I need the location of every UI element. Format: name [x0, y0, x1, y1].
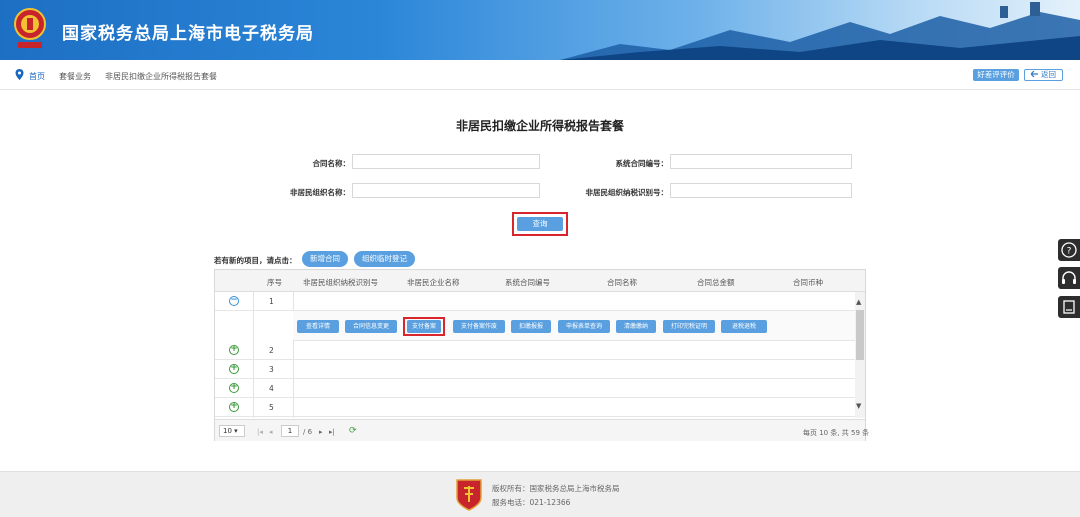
row-seq: 5	[269, 403, 274, 412]
col-contract-amount: 合同总金额	[697, 278, 735, 287]
payment-filing-void-button[interactable]: 支付备案作废	[453, 320, 505, 333]
col-seq: 序号	[267, 278, 282, 287]
collapse-row-icon[interactable]: −	[229, 296, 239, 306]
row-seq: 4	[269, 384, 274, 393]
last-page-icon[interactable]: ▸|	[329, 428, 335, 436]
table-row[interactable]: + 4	[215, 379, 855, 398]
row-action-bar: 查看详情 合同信息变更 支付备案 支付备案作废 扣缴报报 申报表单查询 清缴缴纳…	[293, 311, 855, 341]
table-row[interactable]: − 1	[215, 292, 855, 311]
search-highlight-box: 查询	[512, 212, 568, 236]
book-icon	[1063, 300, 1075, 314]
new-contract-button[interactable]: 新增合同	[302, 251, 348, 267]
rate-service-button[interactable]: 好差评评价	[973, 69, 1019, 81]
org-temp-register-button[interactable]: 组织临时登记	[354, 251, 415, 267]
row-seq: 1	[269, 297, 274, 306]
col-org-name: 非居民企业名称	[407, 278, 460, 287]
contract-name-label: 合同名称：	[312, 159, 351, 168]
table-row[interactable]: + 5	[215, 398, 855, 417]
page-size-select[interactable]: 10 ▾	[219, 425, 245, 437]
help-icon: ?	[1061, 242, 1077, 258]
tax-shield-icon	[456, 479, 482, 511]
expand-row-icon[interactable]: +	[229, 364, 239, 374]
scroll-down-icon[interactable]: ▼	[856, 402, 861, 410]
first-page-icon[interactable]: |◂	[257, 428, 263, 436]
col-contract-name: 合同名称	[607, 278, 637, 287]
grid-header: 序号 非居民组织纳税识别号 非居民企业名称 系统合同编号 合同名称 合同总金额 …	[215, 270, 865, 292]
expand-row-icon[interactable]: +	[229, 383, 239, 393]
grid-scrollbar[interactable]: ▲ ▼	[855, 292, 865, 418]
expand-row-icon[interactable]: +	[229, 402, 239, 412]
breadcrumb-current: 非居民扣缴企业所得税报告套餐	[105, 72, 217, 81]
settlement-pay-button[interactable]: 清缴缴纳	[616, 320, 656, 333]
new-item-hint: 若有新的项目，请点击：	[214, 256, 297, 265]
payment-filing-button[interactable]: 支付备案	[407, 320, 441, 333]
next-page-icon[interactable]: ▸	[319, 428, 323, 436]
tax-emblem-icon	[14, 8, 46, 48]
scroll-up-icon[interactable]: ▲	[856, 298, 861, 306]
site-title: 国家税务总局上海市电子税务局	[62, 24, 314, 44]
system-contract-no-input[interactable]	[670, 154, 852, 169]
page-title: 非居民扣缴企业所得税报告套餐	[455, 119, 624, 133]
help-button[interactable]: ?	[1058, 239, 1080, 261]
page-size-value: 10	[223, 427, 232, 435]
total-pages: / 6	[303, 428, 313, 436]
expand-row-icon[interactable]: +	[229, 345, 239, 355]
page-summary: 每页 10 条, 共 59 条	[803, 429, 870, 437]
search-button[interactable]: 查询	[517, 217, 563, 231]
footer-copyright: 版权所有：国家税务总局上海市税务局	[492, 484, 620, 493]
contract-name-input[interactable]	[352, 154, 540, 169]
back-button[interactable]: 返回	[1024, 69, 1063, 81]
table-row[interactable]: + 3	[215, 360, 855, 379]
col-system-contract-no: 系统合同编号	[505, 278, 550, 287]
contract-grid: 序号 非居民组织纳税识别号 非居民企业名称 系统合同编号 合同名称 合同总金额 …	[214, 269, 869, 441]
guide-button[interactable]	[1058, 296, 1080, 318]
great-wall-banner	[560, 2, 1080, 60]
current-page-input[interactable]: 1	[281, 425, 299, 437]
pagination-bar: 10 ▾ |◂ ◂ 1 / 6 ▸ ▸| ⟳ 每页 10 条, 共 59 条	[215, 419, 869, 441]
org-tax-id-input[interactable]	[670, 183, 852, 198]
back-arrow-icon	[1031, 71, 1038, 78]
row-seq: 3	[269, 365, 274, 374]
headset-icon	[1062, 271, 1076, 284]
system-contract-no-label: 系统合同编号：	[615, 159, 669, 168]
org-name-label: 非居民组织名称：	[290, 188, 350, 197]
prev-page-icon[interactable]: ◂	[269, 428, 273, 436]
svg-text:?: ?	[1067, 247, 1072, 257]
customer-service-button[interactable]	[1058, 267, 1080, 289]
view-detail-button[interactable]: 查看详情	[297, 320, 339, 333]
col-org-tax-id: 非居民组织纳税识别号	[303, 278, 378, 287]
org-tax-id-label: 非居民组织纳税识别号：	[585, 188, 669, 197]
contract-change-button[interactable]: 合同信息变更	[345, 320, 397, 333]
tax-refund-button[interactable]: 退税退税	[721, 320, 767, 333]
breadcrumb: 首页 套餐业务 非居民扣缴企业所得税报告套餐 好差评评价 返回	[0, 60, 1080, 90]
site-header: 国家税务总局上海市电子税务局	[0, 0, 1080, 60]
map-pin-icon	[15, 69, 24, 80]
table-row[interactable]: + 2	[215, 341, 855, 360]
site-footer: 版权所有：国家税务总局上海市税务局 服务电话：021-12366	[0, 471, 1080, 517]
refresh-icon[interactable]: ⟳	[349, 426, 357, 436]
footer-phone: 服务电话：021-12366	[492, 498, 571, 507]
print-tax-cert-button[interactable]: 打印完税证明	[663, 320, 715, 333]
back-label: 返回	[1041, 70, 1056, 79]
scroll-thumb[interactable]	[856, 310, 864, 360]
withholding-declare-button[interactable]: 扣缴报报	[511, 320, 551, 333]
col-contract-currency: 合同币种	[793, 278, 823, 287]
org-name-input[interactable]	[352, 183, 540, 198]
declaration-query-button[interactable]: 申报表单查询	[558, 320, 610, 333]
row-seq: 2	[269, 346, 274, 355]
breadcrumb-package-business[interactable]: 套餐业务	[59, 71, 91, 82]
breadcrumb-home[interactable]: 首页	[29, 71, 45, 82]
